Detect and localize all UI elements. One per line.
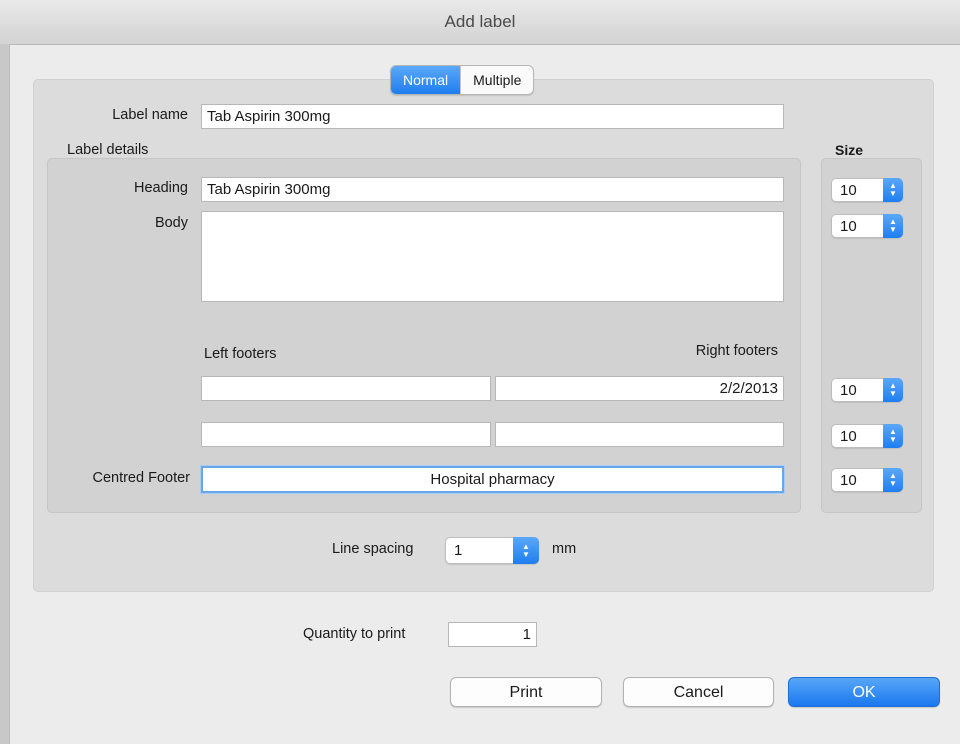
body-label: Body xyxy=(154,215,188,231)
label-name-field[interactable] xyxy=(201,104,784,129)
label-name-label: Label name xyxy=(112,107,188,123)
ok-button[interactable]: OK xyxy=(788,677,940,707)
tab-normal[interactable]: Normal xyxy=(391,66,461,94)
line-spacing-select[interactable]: 1 ▲ ▼ xyxy=(445,537,539,564)
body-size-value: 10 xyxy=(840,218,857,235)
heading-size-value: 10 xyxy=(840,182,857,199)
left-footers-label: Left footers xyxy=(204,346,277,362)
label-details-label: Label details xyxy=(67,142,149,158)
tab-multiple[interactable]: Multiple xyxy=(460,66,533,94)
size-group xyxy=(821,158,922,513)
quantity-field[interactable] xyxy=(448,622,537,647)
line-spacing-unit: mm xyxy=(552,541,577,557)
heading-size-select[interactable]: 10 ▲ ▼ xyxy=(831,178,903,202)
left-footer-2-field[interactable] xyxy=(201,422,491,447)
centred-footer-size-select[interactable]: 10 ▲ ▼ xyxy=(831,468,903,492)
window-title: Add label xyxy=(444,12,516,31)
left-footer-1-field[interactable] xyxy=(201,376,491,401)
footer-1-size-select[interactable]: 10 ▲ ▼ xyxy=(831,378,903,402)
footer-2-size-select[interactable]: 10 ▲ ▼ xyxy=(831,424,903,448)
line-spacing-value: 1 xyxy=(454,542,463,559)
body-field[interactable] xyxy=(201,211,784,302)
right-footers-label: Right footers xyxy=(695,343,778,359)
up-down-chevron-icon: ▲ ▼ xyxy=(883,378,903,402)
right-footer-1-field[interactable] xyxy=(495,376,784,401)
line-spacing-label: Line spacing xyxy=(332,541,414,557)
quantity-label: Quantity to print xyxy=(303,626,406,642)
print-button[interactable]: Print xyxy=(450,677,602,707)
up-down-chevron-icon: ▲ ▼ xyxy=(513,537,539,564)
up-down-chevron-icon: ▲ ▼ xyxy=(883,178,903,202)
cancel-button[interactable]: Cancel xyxy=(623,677,774,707)
heading-label: Heading xyxy=(133,180,188,196)
centred-footer-size-value: 10 xyxy=(840,472,857,489)
up-down-chevron-icon: ▲ ▼ xyxy=(883,214,903,238)
title-bar: Add label xyxy=(0,0,960,45)
size-label: Size xyxy=(835,142,864,158)
centred-footer-label: Centred Footer xyxy=(92,470,190,486)
up-down-chevron-icon: ▲ ▼ xyxy=(883,468,903,492)
right-footer-2-field[interactable] xyxy=(495,422,784,447)
heading-field[interactable] xyxy=(201,177,784,202)
window-edge xyxy=(0,44,10,744)
mode-segmented-control: Normal Multiple xyxy=(390,65,535,95)
up-down-chevron-icon: ▲ ▼ xyxy=(883,424,903,448)
footer-1-size-value: 10 xyxy=(840,382,857,399)
footer-2-size-value: 10 xyxy=(840,428,857,445)
add-label-dialog: Add label Normal Multiple Label name Lab… xyxy=(0,0,960,744)
body-size-select[interactable]: 10 ▲ ▼ xyxy=(831,214,903,238)
centred-footer-field[interactable] xyxy=(201,466,784,493)
